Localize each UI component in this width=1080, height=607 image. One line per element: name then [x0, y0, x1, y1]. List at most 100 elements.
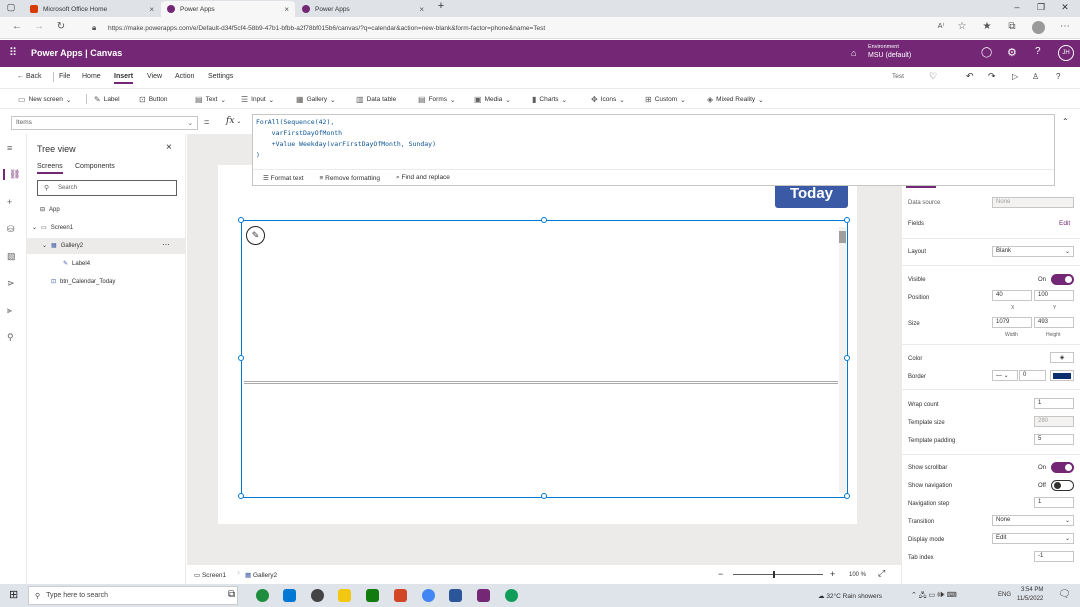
data-icon[interactable]: ⛁ — [7, 224, 15, 235]
data-source-dropdown[interactable]: None — [992, 197, 1074, 208]
language-indicator[interactable]: ENG — [998, 592, 1011, 598]
gallery-menu[interactable]: ▦ Gallery ⌄ — [296, 95, 336, 104]
browser-menu-icon[interactable]: ⋯ — [1058, 21, 1072, 32]
button-button[interactable]: ⊡ Button — [139, 95, 168, 104]
position-x-input[interactable]: 40 — [992, 290, 1032, 301]
tree-node-label4[interactable]: ✎ Label4 — [63, 260, 90, 268]
help-question-icon[interactable]: ? — [1056, 72, 1060, 81]
navigation-step-input[interactable]: 1 — [1034, 497, 1074, 508]
data-table-button[interactable]: ▥ Data table — [356, 95, 396, 104]
profile-avatar[interactable] — [1032, 21, 1045, 34]
custom-menu[interactable]: ⊞ Custom ⌄ — [645, 95, 686, 104]
collapse-chevron-icon[interactable]: ⌃ — [1062, 117, 1069, 126]
fields-edit-link[interactable]: Edit — [1059, 220, 1070, 227]
tree-node-app[interactable]: ⊟ App — [40, 206, 60, 214]
fill-color-icon[interactable]: ◈ — [1050, 352, 1074, 363]
formula-code[interactable]: ForAll(Sequence(42), varFirstDayOfMonth … — [253, 115, 1054, 163]
display-mode-dropdown[interactable]: Edit ⌄ — [992, 533, 1074, 544]
settings-gear-icon[interactable]: ⚙ — [1007, 46, 1017, 59]
status-screen1[interactable]: ▭ Screen1 — [194, 571, 226, 579]
remove-formatting-button[interactable]: ≡ Remove formatting — [320, 175, 381, 182]
menu-settings[interactable]: Settings — [208, 73, 233, 80]
task-view-icon[interactable]: ⧉ — [228, 589, 235, 600]
new-tab-icon[interactable]: + — [434, 0, 448, 12]
share-icon[interactable]: ♙ — [1032, 72, 1039, 81]
menu-action[interactable]: Action — [175, 73, 194, 80]
resize-handle[interactable] — [844, 493, 850, 499]
formula-editor[interactable]: ForAll(Sequence(42), varFirstDayOfMonth … — [252, 114, 1055, 186]
tab-index-input[interactable]: -1 — [1034, 551, 1074, 562]
visible-toggle[interactable] — [1051, 274, 1074, 285]
resize-handle[interactable] — [541, 493, 547, 499]
clock-date[interactable]: 11/5/2022 — [1017, 596, 1043, 602]
close-icon[interactable]: × — [166, 142, 172, 153]
resize-handle[interactable] — [844, 355, 850, 361]
word-icon[interactable] — [449, 589, 462, 602]
tree-node-gallery2[interactable]: ⌄ ▦ Gallery2 — [42, 242, 83, 250]
position-y-input[interactable]: 100 — [1034, 290, 1074, 301]
notification-center-icon[interactable]: 🗨︎ — [1058, 589, 1071, 600]
weather-widget[interactable]: ☁ 32°C Rain showers — [818, 592, 882, 600]
hamburger-icon[interactable]: ≡ — [7, 143, 12, 153]
clock-time[interactable]: 3:54 PM — [1021, 587, 1043, 593]
system-tray-icons[interactable]: ⌃ 🖧 ▭ 🕪 ⌨ — [911, 591, 957, 602]
search-icon[interactable]: ⚲ — [7, 332, 14, 343]
media-player-icon[interactable] — [311, 589, 324, 602]
text-menu[interactable]: ▤ Text ⌄ — [195, 95, 226, 104]
template-size-input[interactable]: 280 — [1034, 416, 1074, 427]
undo-icon[interactable]: ↶ — [966, 71, 974, 82]
insert-plus-icon[interactable]: + — [7, 197, 12, 207]
advanced-tools-icon[interactable]: ⫸ — [7, 305, 12, 316]
chrome-icon[interactable] — [422, 589, 435, 602]
resize-handle[interactable] — [238, 217, 244, 223]
powerapps-taskbar-icon[interactable] — [477, 589, 490, 602]
file-explorer-icon[interactable] — [338, 589, 351, 602]
menu-file[interactable]: File — [59, 73, 70, 80]
restore-icon[interactable]: ❐ — [1034, 2, 1048, 13]
browser-tab-office[interactable]: Microsoft Office Home × — [24, 1, 160, 17]
tab-screens[interactable]: Screens — [37, 163, 63, 174]
minimize-icon[interactable]: – — [1010, 2, 1024, 12]
tab-components[interactable]: Components — [75, 163, 115, 170]
forms-menu[interactable]: ▤ Forms ⌄ — [418, 95, 455, 104]
windows-start-icon[interactable]: ⊞ — [9, 588, 18, 601]
show-scrollbar-toggle[interactable] — [1051, 462, 1074, 473]
zoom-out-icon[interactable]: − — [718, 569, 723, 579]
format-text-button[interactable]: ☰ Format text — [263, 174, 304, 182]
status-gallery2[interactable]: ▦ Gallery2 — [245, 571, 277, 579]
user-avatar[interactable]: JH — [1058, 45, 1074, 61]
power-automate-icon[interactable]: ⋗ — [7, 278, 15, 289]
tab-actions-icon[interactable]: ▢ — [4, 2, 18, 13]
browser-tab-powerapps[interactable]: Power Apps × — [296, 1, 430, 17]
zoom-in-icon[interactable]: + — [830, 569, 835, 579]
edge-icon[interactable] — [256, 589, 269, 602]
new-screen-button[interactable]: ▭ New screen ⌄ — [18, 95, 71, 104]
menu-view[interactable]: View — [147, 73, 162, 80]
browser-tab-powerapps-active[interactable]: Power Apps × — [161, 1, 295, 17]
read-aloud-icon[interactable]: A⁾ — [934, 22, 948, 30]
menu-insert[interactable]: Insert — [114, 73, 134, 84]
refresh-icon[interactable]: ↻ — [54, 21, 68, 32]
border-color-picker[interactable] — [1050, 370, 1074, 381]
tree-search-input[interactable]: ⚲ Search — [37, 180, 177, 196]
favorites-icon[interactable]: ★ — [980, 21, 994, 32]
redo-icon[interactable]: ↷ — [988, 71, 996, 82]
collections-icon[interactable]: ⧉ — [1005, 21, 1019, 32]
tree-node-btn-calendar-today[interactable]: ⊡ btn_Calendar_Today — [51, 278, 115, 286]
taskbar-search-box[interactable]: ⚲ Type here to search — [28, 586, 238, 605]
powerpoint-icon[interactable] — [394, 589, 407, 602]
close-icon[interactable]: × — [149, 5, 154, 14]
charts-menu[interactable]: ▮ Charts ⌄ — [532, 95, 567, 104]
layout-dropdown[interactable]: Blank ⌄ — [992, 246, 1074, 257]
menu-home[interactable]: Home — [82, 73, 101, 80]
url-field[interactable]: 🔒︎ https://make.powerapps.com/e/Default-… — [90, 20, 930, 36]
fx-button[interactable]: fx ⌄ — [226, 116, 241, 126]
label-button[interactable]: ✎ Label — [94, 95, 120, 104]
border-width-input[interactable]: 0 — [1019, 370, 1046, 381]
property-dropdown[interactable]: Items ⌄ — [11, 116, 198, 130]
fit-to-window-icon[interactable]: ⤢ — [878, 568, 885, 579]
app-icon[interactable] — [366, 589, 379, 602]
play-icon[interactable]: ▷ — [1012, 72, 1018, 81]
browser-forward-icon[interactable]: → — [32, 21, 46, 32]
zoom-slider[interactable] — [733, 571, 823, 578]
